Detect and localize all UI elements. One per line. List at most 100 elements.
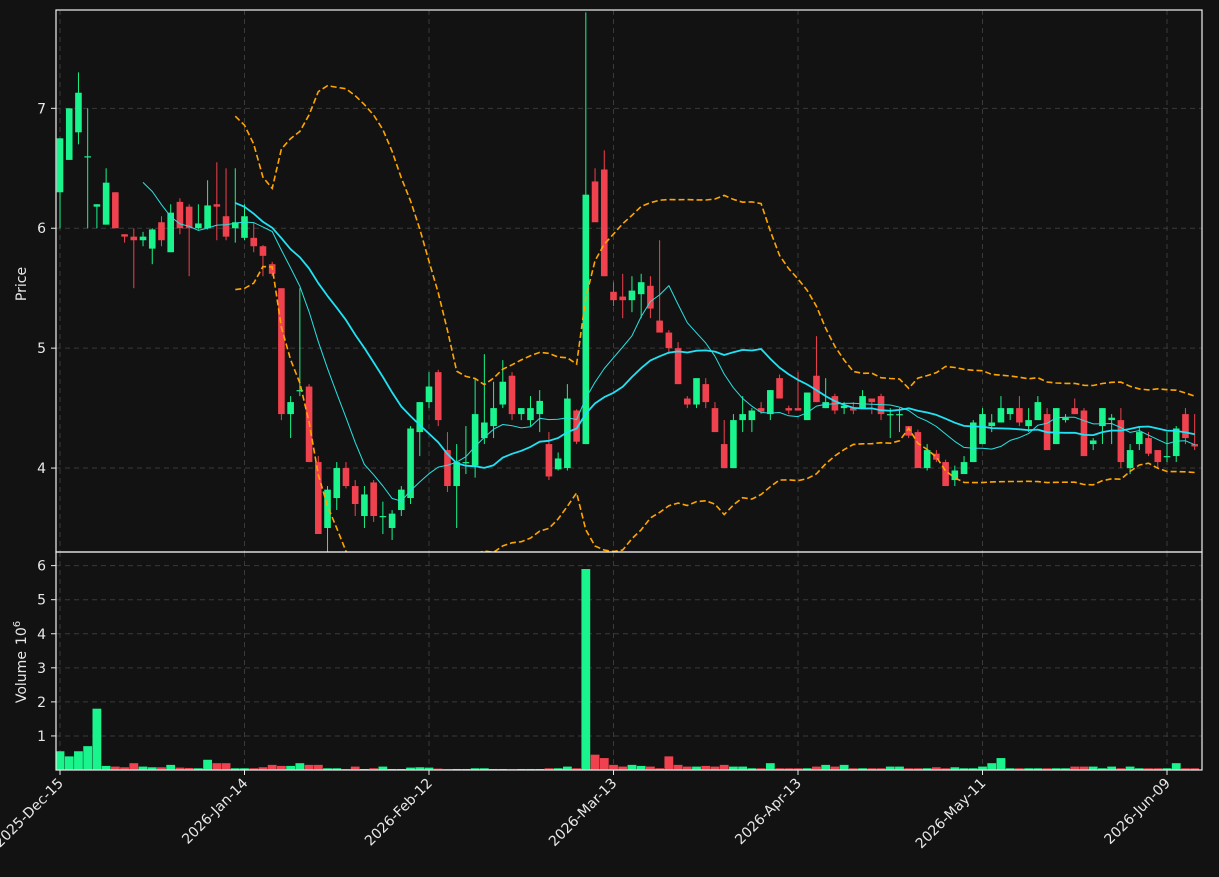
candle-body xyxy=(1163,456,1171,458)
volume-bar xyxy=(719,764,729,770)
volume-tick-label: 6 xyxy=(37,559,46,575)
volume-bar xyxy=(277,765,286,770)
volume-tick-label: 2 xyxy=(37,695,46,711)
volume-bar xyxy=(56,751,65,770)
candle-body xyxy=(619,296,627,301)
candle-body xyxy=(785,408,793,411)
candle-body xyxy=(1182,414,1189,439)
candle-body xyxy=(1053,408,1060,445)
volume-bar xyxy=(581,569,591,770)
candle-body xyxy=(250,237,258,247)
candle-body xyxy=(453,462,460,487)
volume-bar xyxy=(313,764,323,770)
volume-tick-label: 4 xyxy=(37,627,46,643)
volume-tick-label: 3 xyxy=(37,661,46,677)
volume-bar xyxy=(101,765,111,770)
candle-body xyxy=(65,108,73,160)
candle-body xyxy=(379,516,387,518)
x-tick-label: 2025-Dec-15 xyxy=(0,776,67,851)
volume-bar xyxy=(701,765,711,770)
candle-body xyxy=(1062,417,1069,421)
volume-bar xyxy=(1171,763,1181,770)
price-axis-label: Price xyxy=(14,267,30,301)
candle-body xyxy=(988,422,996,427)
volume-bar xyxy=(609,764,618,770)
candle-body xyxy=(130,236,138,241)
price-tick-label: 7 xyxy=(37,101,46,117)
candle-body xyxy=(896,414,903,416)
price-tick-label: 5 xyxy=(37,341,46,357)
candle-body xyxy=(1025,420,1032,427)
candle-body xyxy=(370,482,377,517)
candle-body xyxy=(748,410,756,421)
volume-bar xyxy=(267,764,277,770)
x-tick-label: 2026-Jan-14 xyxy=(179,775,251,847)
candle-body xyxy=(425,386,433,403)
candle-body xyxy=(536,400,543,415)
volume-bar xyxy=(304,764,314,770)
volume-bar xyxy=(987,763,997,770)
candle-body xyxy=(997,408,1005,423)
price-plot-area xyxy=(56,12,1198,552)
candle-body xyxy=(960,462,968,475)
candle-body xyxy=(868,398,876,403)
candle-body xyxy=(527,408,534,421)
candle-body xyxy=(259,246,267,256)
candle-body xyxy=(914,432,922,469)
candle-body xyxy=(287,402,294,415)
volume-bar xyxy=(673,764,683,770)
candle-body xyxy=(434,372,442,421)
candle-body xyxy=(508,375,516,415)
candle-body xyxy=(361,494,368,517)
volume-bar xyxy=(92,708,102,770)
candle-body xyxy=(656,320,663,333)
candle-body xyxy=(333,468,341,499)
price-grid xyxy=(56,10,1202,552)
candle-body xyxy=(1071,408,1079,415)
candle-body xyxy=(490,408,497,427)
candle-body xyxy=(342,468,350,487)
candle-body xyxy=(628,290,636,301)
candle-body xyxy=(388,513,396,529)
x-tick-label: 2026-Feb-12 xyxy=(362,776,436,850)
candle-body xyxy=(702,384,710,403)
candle-body xyxy=(158,222,165,241)
candle-body xyxy=(241,216,248,238)
volume-bar xyxy=(599,758,609,770)
candle-body xyxy=(1126,450,1134,469)
price-tick-label: 6 xyxy=(37,221,46,237)
candle-body xyxy=(545,444,553,477)
volume-axis-label-name: Volume xyxy=(14,651,30,703)
x-tick-label: 2026-Mar-13 xyxy=(546,776,620,850)
price-panel-frame xyxy=(55,9,1203,553)
candle-body xyxy=(610,291,617,301)
candle-body xyxy=(93,204,101,207)
candle-body xyxy=(1154,450,1162,463)
volume-bar xyxy=(203,759,212,770)
candle-body xyxy=(1006,408,1014,415)
candle-body xyxy=(600,169,608,277)
volume-bar xyxy=(627,764,637,770)
volume-grid xyxy=(56,552,1202,770)
bollinger-lower-band xyxy=(235,265,1195,552)
candle-body xyxy=(471,414,479,466)
candle-body xyxy=(148,229,156,249)
candle-body xyxy=(1108,417,1115,421)
bollinger-upper-band xyxy=(234,84,1195,397)
candle-body xyxy=(684,398,691,405)
candle-body xyxy=(969,422,977,463)
volume-bar xyxy=(286,765,296,770)
candle-body xyxy=(185,206,193,229)
volume-panel-frame xyxy=(55,551,1203,771)
candle-body xyxy=(720,444,728,469)
price-tick-label: 4 xyxy=(37,461,46,477)
candle-body xyxy=(637,282,645,295)
candle-body xyxy=(886,414,894,416)
candle-body xyxy=(102,182,110,225)
volume-bar xyxy=(664,756,674,770)
volume-axis-label: Volume 106 xyxy=(12,621,30,703)
volume-bar xyxy=(64,756,74,770)
candle-body xyxy=(213,204,221,207)
candle-body xyxy=(674,348,682,385)
candle-body xyxy=(121,234,128,237)
